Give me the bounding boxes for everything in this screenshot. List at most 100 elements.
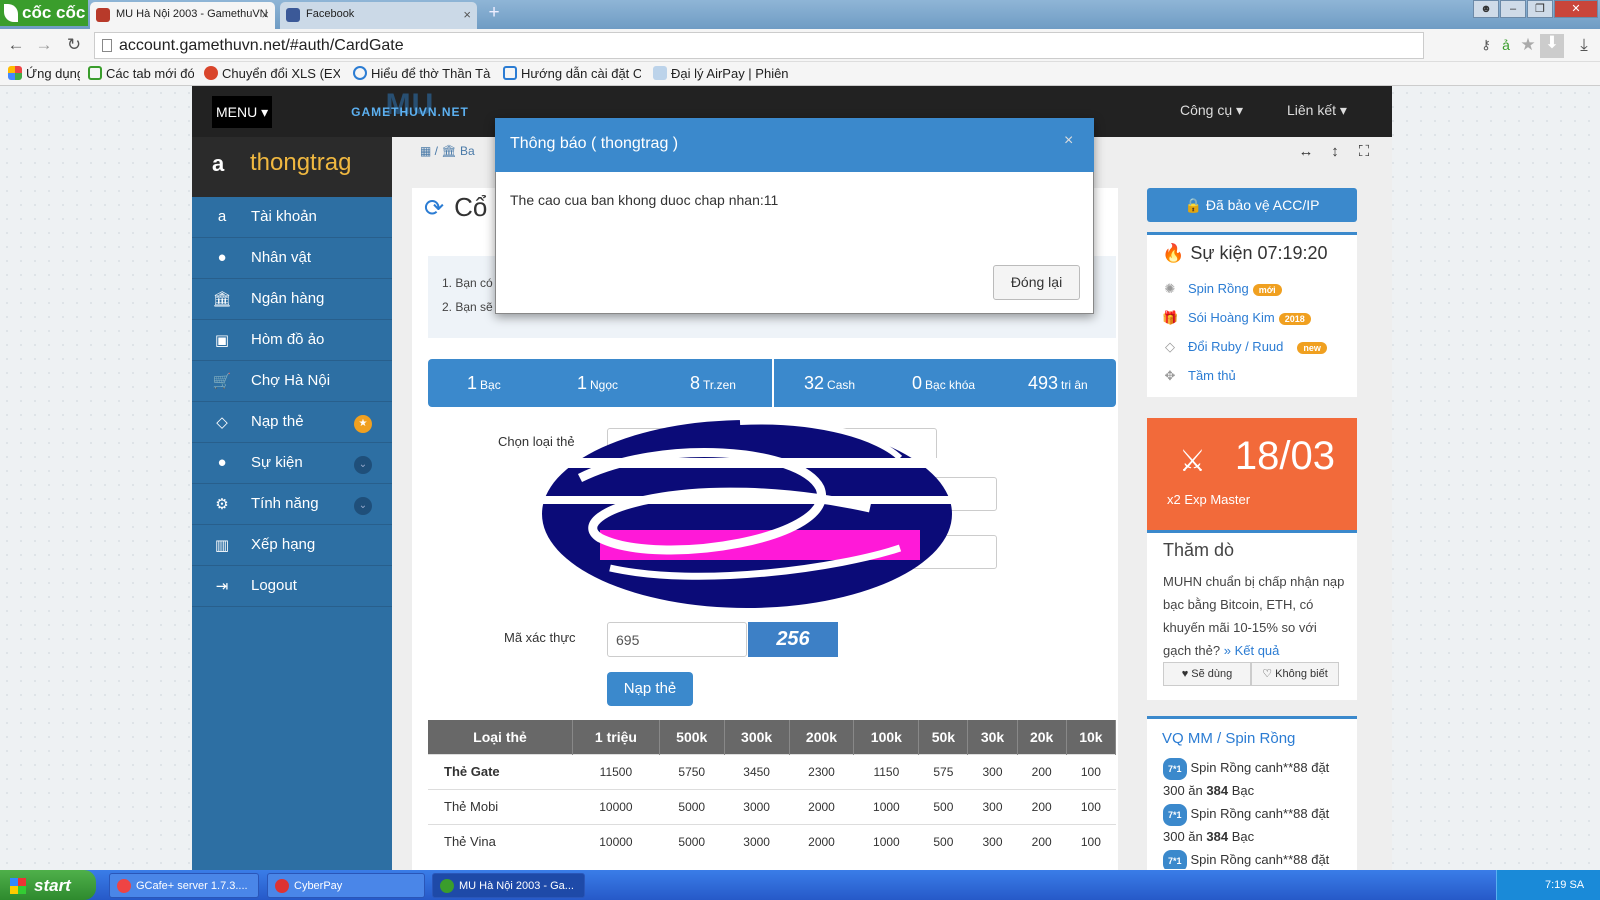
fullscreen-icon[interactable]: ⛶ — [1354, 143, 1374, 163]
start-button[interactable]: start — [0, 870, 96, 900]
table-row: Thẻ Gate 11500 5750 3450 2300 1150 575 3… — [428, 753, 1116, 789]
user-profile-icon[interactable]: ☻ — [1473, 0, 1499, 18]
close-tab-icon[interactable]: × — [261, 7, 269, 22]
table-cell: 200 — [1017, 753, 1067, 789]
events-title: 🔥 Sự kiện 07:19:20 — [1162, 243, 1328, 263]
home-icon[interactable]: ▦ — [420, 144, 431, 158]
bookmark-airpay[interactable]: Đại lý AirPay | Phiên bả — [653, 66, 791, 81]
gift-icon: 🎁 — [1162, 310, 1179, 325]
poll-result-link[interactable]: » Kết quả — [1224, 643, 1280, 658]
coccoc-icon — [440, 879, 454, 893]
event-tam-thu[interactable]: ✥ Tầm thủ — [1162, 368, 1236, 384]
modal-close-button[interactable]: Đóng lại — [993, 265, 1080, 300]
sidebar-user-header: a thongtrag — [192, 137, 392, 197]
sidebar-item-market[interactable]: 🛒 Chợ Hà Nội — [192, 361, 392, 402]
close-tab-icon[interactable]: × — [463, 7, 471, 22]
table-cell: 5750 — [659, 753, 725, 789]
cogs-icon: ⚙ — [215, 496, 229, 513]
event-soi-hoang-kim[interactable]: 🎁 Sói Hoàng Kim 2018 — [1162, 310, 1311, 326]
bar-chart-icon: ▥ — [214, 537, 230, 554]
tab-mu-hanoi[interactable]: MU Hà Nội 2003 - GamethuVN × — [90, 2, 275, 29]
poll-no-button[interactable]: ♡ Không biết — [1251, 662, 1339, 686]
download-addon-icon[interactable]: ⬇ — [1540, 34, 1564, 58]
captcha-image[interactable]: 256 — [748, 622, 838, 657]
topup-submit-button[interactable]: Nạp thẻ — [607, 672, 693, 706]
browser-logo[interactable]: cốc cốc — [0, 0, 88, 26]
expand-horizontal-icon[interactable]: ↔ — [1296, 143, 1316, 163]
account-protected-button[interactable]: 🔒 Đã bảo vệ ACC/IP — [1147, 188, 1357, 222]
table-header: 10k — [1066, 720, 1117, 754]
site-logo[interactable]: MU GAMETHUVN.NET — [350, 90, 470, 126]
breadcrumb: ▦ / 🏛 Ba — [420, 144, 475, 158]
sidebar-item-account[interactable]: a Tài khoản — [192, 197, 392, 238]
download-icon[interactable]: ⤓ — [1574, 36, 1594, 56]
table-row: Thẻ Mobi 10000 5000 3000 2000 1000 500 3… — [428, 788, 1116, 824]
cart-icon: 🛒 — [212, 373, 232, 390]
chevron-down-icon: ⌄ — [354, 497, 372, 515]
poll-yes-button[interactable]: ♥ Sẽ dùng — [1163, 662, 1251, 686]
forward-arrow-icon[interactable]: → — [34, 36, 54, 56]
table-cell: 200 — [1017, 788, 1067, 824]
tools-dropdown[interactable]: Công cụ ▾ — [1180, 102, 1243, 119]
briefcase-icon: ▣ — [214, 332, 230, 349]
expand-vertical-icon[interactable]: ↕ — [1325, 143, 1345, 163]
sidebar-item-logout[interactable]: ⇥ Logout — [192, 566, 392, 607]
minimize-button[interactable]: – — [1500, 0, 1526, 18]
table-cell: 300 — [967, 823, 1018, 859]
bookmark-apps[interactable]: Ứng dụng — [8, 66, 80, 81]
table-header: 500k — [659, 720, 725, 754]
sidebar-item-features[interactable]: ⚙ Tính năng ⌄ — [192, 484, 392, 525]
star-badge-icon: ★ — [354, 415, 372, 433]
back-arrow-icon[interactable]: ← — [6, 36, 26, 56]
bookmark-camera-guide[interactable]: Hướng dẫn cài đặt Came — [503, 66, 641, 81]
user-icon: ● — [217, 249, 227, 266]
sidebar-item-character[interactable]: ● Nhân vật — [192, 238, 392, 279]
taskbar-cyberpay[interactable]: CyberPay — [267, 873, 425, 898]
sidebar-item-topup[interactable]: ◇ Nạp thẻ ★ — [192, 402, 392, 443]
windows-flag-icon — [10, 878, 26, 894]
gcafe-icon — [117, 879, 131, 893]
event-doi-ruby[interactable]: ◇ Đổi Ruby / Ruud new — [1162, 339, 1327, 355]
table-cell: 3000 — [724, 788, 790, 824]
links-dropdown[interactable]: Liên kết ▾ — [1287, 102, 1347, 119]
stat-zen: 8 Tr.zen — [690, 373, 736, 393]
sidebar-item-inventory[interactable]: ▣ Hòm đồ ảo — [192, 320, 392, 361]
event-spin-rong[interactable]: ✺ Spin Rồng mới — [1162, 281, 1282, 297]
key-icon[interactable]: ⚷ — [1476, 36, 1496, 56]
system-tray: 7:19 SA — [1496, 870, 1600, 900]
bookmark-xls[interactable]: Chuyển đổi XLS (EXCEL) — [204, 66, 340, 81]
tab-facebook[interactable]: Facebook × — [280, 2, 477, 29]
restore-button[interactable]: ❐ — [1527, 0, 1553, 18]
table-cell: 5000 — [659, 788, 725, 824]
modal-close-icon[interactable]: × — [1064, 132, 1073, 150]
table-cell: 100 — [1066, 788, 1116, 824]
coccoc-addon-icon[interactable]: ả — [1496, 36, 1516, 56]
promo-banner[interactable]: ⚔ 18/03 x2 Exp Master — [1147, 418, 1357, 530]
taskbar-browser[interactable]: MU Hà Nội 2003 - Ga... — [432, 873, 585, 898]
sidebar-item-ranking[interactable]: ▥ Xếp hạng — [192, 525, 392, 566]
bookmark-recent-tabs[interactable]: Các tab mới đóng — [88, 66, 194, 81]
new-tab-button[interactable]: + — [484, 3, 504, 24]
star-bookmark-icon[interactable]: ★ — [1518, 36, 1538, 56]
spinner-icon: ✺ — [1164, 281, 1176, 296]
menu-button[interactable]: MENU ▾ — [212, 96, 272, 128]
table-cell: 10000 — [572, 788, 660, 824]
diamond-icon: ◇ — [216, 414, 228, 431]
taskbar-gcafe[interactable]: GCafe+ server 1.7.3.... — [109, 873, 259, 898]
table-cell: 500 — [918, 823, 968, 859]
sidebar-item-events[interactable]: ● Sự kiện ⌄ — [192, 443, 392, 484]
url-input[interactable]: account.gamethuvn.net/#auth/CardGate — [94, 32, 1424, 59]
reload-icon[interactable]: ↻ — [64, 36, 84, 56]
clock[interactable]: 7:19 SA — [1545, 879, 1584, 891]
window-close-button[interactable]: ✕ — [1554, 0, 1598, 18]
table-header: Loại thẻ — [428, 720, 574, 754]
captcha-input[interactable]: 695 — [607, 622, 747, 657]
table-cell: 1150 — [853, 753, 919, 789]
vq-title[interactable]: VQ MM / Spin Rồng — [1162, 730, 1295, 747]
apps-grid-icon — [8, 66, 22, 80]
sidebar-item-bank[interactable]: 🏛 Ngân hàng — [192, 279, 392, 320]
stat-tri-an: 493 tri ân — [1028, 373, 1088, 393]
bookmark-than-tai[interactable]: Hiểu để thờ Thần Tài ch — [353, 66, 491, 81]
refresh-icon: ⟳ — [424, 195, 445, 222]
mu-favicon-icon — [96, 8, 110, 22]
